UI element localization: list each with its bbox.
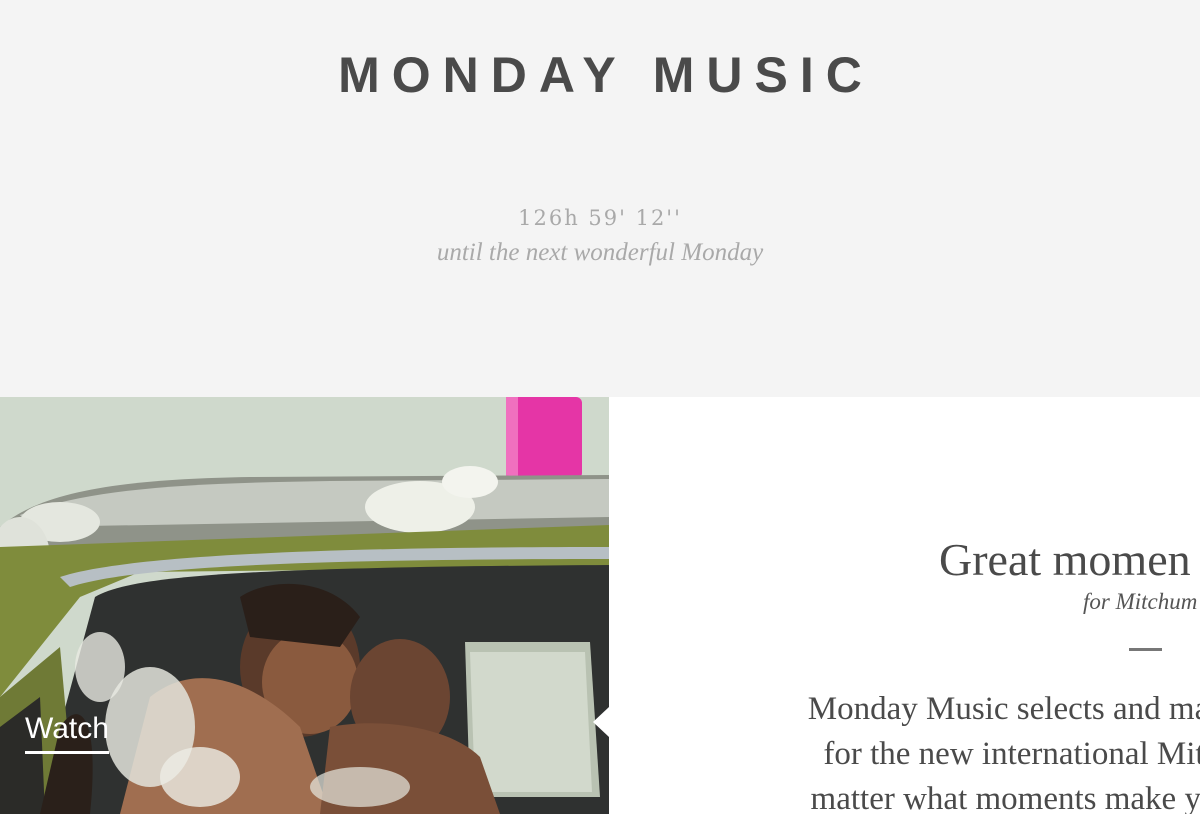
panel-pointer (593, 707, 609, 737)
site-title[interactable]: MONDAY MUSIC (0, 46, 1200, 104)
countdown-timer: 126h 59' 12'' (518, 206, 682, 230)
article-body-line: for the new international Mit (823, 736, 1200, 772)
site-header: MONDAY MUSIC 126h 59' 12'' until the nex… (0, 0, 1200, 397)
article-body-line: Monday Music selects and mar (807, 691, 1200, 727)
title-divider (1129, 648, 1162, 651)
article-panel: Great momen for Mitchum Monday Music sel… (609, 397, 1200, 814)
countdown-caption: until the next wonderful Monday (436, 239, 764, 266)
article-subtitle: for Mitchum (1083, 589, 1198, 614)
watch-link[interactable]: Watch (25, 711, 109, 754)
article-body: Monday Music selects and mar for the new… (754, 687, 1200, 814)
article-title: Great momen (939, 534, 1191, 585)
article-body-line: matter what moments make yo (810, 781, 1200, 814)
